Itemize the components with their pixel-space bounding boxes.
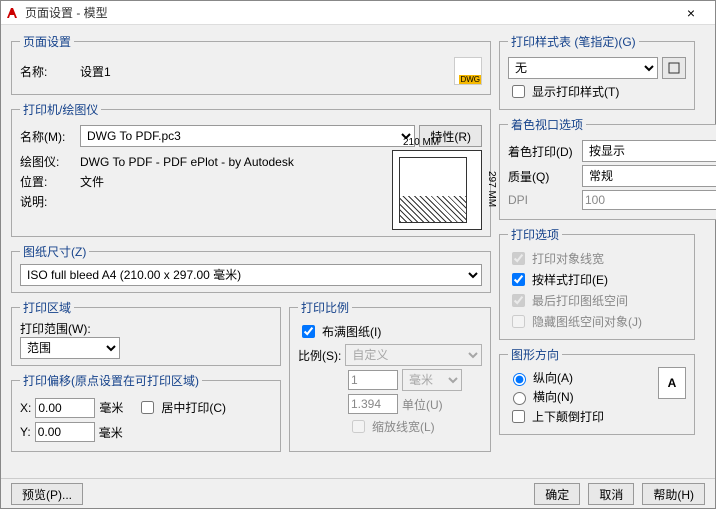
scale-unit1: 毫米 xyxy=(402,369,462,391)
upside-checkbox[interactable] xyxy=(512,410,525,423)
preview-height: 297 MM xyxy=(486,171,497,207)
scale-lw-checkbox xyxy=(352,420,365,433)
page-setup-legend: 页面设置 xyxy=(20,33,74,50)
style-table-legend: 打印样式表 (笔指定)(G) xyxy=(508,33,639,50)
x-input[interactable] xyxy=(35,398,95,418)
dpi-input xyxy=(582,190,716,210)
options-group: 打印选项 打印对象线宽 按样式打印(E) 最后打印图纸空间 隐藏图纸空间对象(J… xyxy=(499,226,695,340)
setup-name: 设置1 xyxy=(80,63,450,80)
fit-label: 布满图纸(I) xyxy=(322,323,381,340)
preview-width: 210 MM xyxy=(403,137,439,148)
paper-size-group: 图纸尺寸(Z) ISO full bleed A4 (210.00 x 297.… xyxy=(11,243,491,293)
plotter-value: DWG To PDF - PDF ePlot - by Autodesk xyxy=(80,155,294,169)
opt4-checkbox xyxy=(512,315,525,328)
location-value: 文件 xyxy=(80,173,104,190)
style-edit-button[interactable] xyxy=(662,57,686,79)
preview-button[interactable]: 预览(P)... xyxy=(11,483,83,505)
show-styles-checkbox[interactable] xyxy=(512,85,525,98)
orientation-icon: A xyxy=(658,367,686,399)
opt3-label: 最后打印图纸空间 xyxy=(532,292,628,309)
printer-select[interactable]: DWG To PDF.pc3 xyxy=(80,125,415,147)
show-styles-label: 显示打印样式(T) xyxy=(532,83,619,100)
print-what-select[interactable]: 范围 xyxy=(20,337,120,359)
fit-checkbox[interactable] xyxy=(302,325,315,338)
print-area-group: 打印区域 打印范围(W): 范围 xyxy=(11,299,281,366)
paper-size-select[interactable]: ISO full bleed A4 (210.00 x 297.00 毫米) xyxy=(20,264,482,286)
y-input[interactable] xyxy=(35,422,95,442)
autocad-icon xyxy=(5,6,21,20)
orientation-group: 图形方向 纵向(A) 横向(N) 上下颠倒打印 A xyxy=(499,346,695,435)
footer: 预览(P)... 确定 取消 帮助(H) xyxy=(1,478,715,508)
edit-icon xyxy=(668,62,680,74)
quality-select[interactable]: 常规 xyxy=(582,165,716,187)
style-table-select[interactable]: 无 xyxy=(508,57,658,79)
dpi-label: DPI xyxy=(508,193,578,207)
scale-val1 xyxy=(348,370,398,390)
style-table-group: 打印样式表 (笔指定)(G) 无 显示打印样式(T) xyxy=(499,33,695,110)
opt1-label: 打印对象线宽 xyxy=(532,250,604,267)
ok-button[interactable]: 确定 xyxy=(534,483,580,505)
opt2-label: 按样式打印(E) xyxy=(532,271,608,288)
center-label: 居中打印(C) xyxy=(161,399,226,416)
center-checkbox[interactable] xyxy=(141,401,154,414)
shade-select[interactable]: 按显示 xyxy=(582,140,716,162)
shaded-group: 着色视口选项 着色打印(D)按显示 质量(Q)常规 DPI xyxy=(499,116,716,220)
paper-preview: 210 MM 297 MM xyxy=(392,150,482,230)
scale-select: 自定义 xyxy=(345,344,482,366)
scale-lw-label: 缩放线宽(L) xyxy=(372,418,435,435)
y-unit: 毫米 xyxy=(99,424,123,441)
options-legend: 打印选项 xyxy=(508,226,562,243)
scale-label: 比例(S): xyxy=(298,347,341,364)
window-title: 页面设置 - 模型 xyxy=(25,4,671,21)
scale-val2 xyxy=(348,394,398,414)
portrait-label: 纵向(A) xyxy=(533,369,573,386)
titlebar: 页面设置 - 模型 × xyxy=(1,1,715,25)
close-button[interactable]: × xyxy=(671,5,711,21)
opt4-label: 隐藏图纸空间对象(J) xyxy=(532,313,642,330)
x-label: X: xyxy=(20,401,31,415)
help-button[interactable]: 帮助(H) xyxy=(642,483,705,505)
dwg-icon xyxy=(454,57,482,85)
upside-label: 上下颠倒打印 xyxy=(532,408,604,425)
quality-label: 质量(Q) xyxy=(508,168,578,185)
offset-legend: 打印偏移(原点设置在可打印区域) xyxy=(20,372,202,389)
name-label: 名称: xyxy=(20,63,76,80)
opt1-checkbox xyxy=(512,252,525,265)
location-label: 位置: xyxy=(20,173,76,190)
offset-group: 打印偏移(原点设置在可打印区域) X: 毫米 居中打印(C) Y: 毫米 xyxy=(11,372,281,452)
portrait-radio[interactable] xyxy=(513,373,526,386)
what-label: 打印范围(W): xyxy=(20,320,272,337)
desc-label: 说明: xyxy=(20,193,76,210)
opt2-checkbox[interactable] xyxy=(512,273,525,286)
shaded-legend: 着色视口选项 xyxy=(508,116,586,133)
cancel-button[interactable]: 取消 xyxy=(588,483,634,505)
paper-size-legend: 图纸尺寸(Z) xyxy=(20,243,89,260)
y-label: Y: xyxy=(20,425,31,439)
print-area-legend: 打印区域 xyxy=(20,299,74,316)
printer-legend: 打印机/绘图仪 xyxy=(20,101,101,118)
page-setup-group: 页面设置 名称: 设置1 xyxy=(11,33,491,95)
scale-group: 打印比例 布满图纸(I) 比例(S):自定义 毫米 单位(U) 缩放线宽(L) xyxy=(289,299,491,452)
orientation-legend: 图形方向 xyxy=(508,346,562,363)
shade-label: 着色打印(D) xyxy=(508,143,578,160)
scale-unit2: 单位(U) xyxy=(402,396,443,413)
landscape-radio[interactable] xyxy=(513,392,526,405)
scale-legend: 打印比例 xyxy=(298,299,352,316)
opt3-checkbox xyxy=(512,294,525,307)
x-unit: 毫米 xyxy=(99,399,123,416)
landscape-label: 横向(N) xyxy=(533,388,574,405)
printer-name-label: 名称(M): xyxy=(20,128,76,145)
printer-group: 打印机/绘图仪 名称(M): DWG To PDF.pc3 特性(R) 绘图仪:… xyxy=(11,101,491,237)
plotter-label: 绘图仪: xyxy=(20,153,76,170)
